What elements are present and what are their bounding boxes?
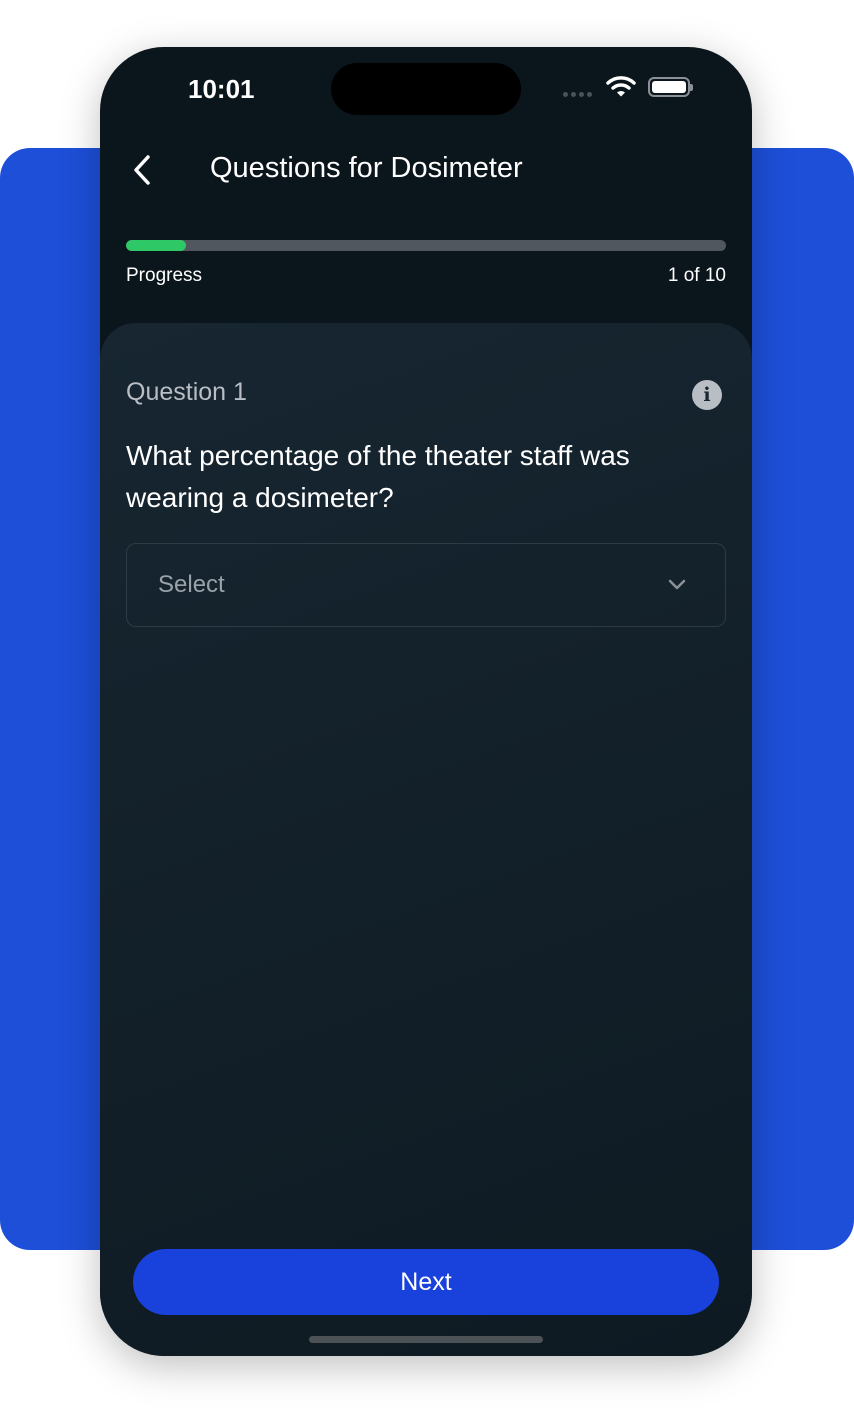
back-chevron-icon[interactable]: [130, 153, 156, 187]
progress-label: Progress: [126, 265, 203, 286]
battery-icon: [648, 77, 693, 97]
progress-fill: [126, 240, 186, 251]
answer-select[interactable]: Select: [126, 543, 726, 627]
dynamic-island: [331, 63, 521, 115]
question-text: What percentage of the theater staff was…: [126, 440, 630, 513]
chevron-down-icon: [668, 579, 686, 590]
select-placeholder: Select: [158, 571, 225, 598]
question-number: Question 1: [126, 378, 247, 406]
page-title: Questions for Dosimeter: [210, 152, 523, 184]
question-card: Question 1 i What percentage of the thea…: [100, 323, 752, 1356]
next-button[interactable]: Next: [133, 1249, 719, 1315]
info-icon[interactable]: i: [692, 380, 722, 410]
progress-count: 1 of 10: [667, 265, 726, 286]
phone-screen: 10:01 Questions for Dosimeter Progress 1…: [100, 47, 752, 1356]
wifi-icon: [606, 76, 636, 97]
status-time: 10:01: [188, 74, 255, 104]
home-indicator: [309, 1336, 543, 1343]
progress-bar: [126, 240, 726, 251]
signal-icon: [563, 92, 592, 97]
